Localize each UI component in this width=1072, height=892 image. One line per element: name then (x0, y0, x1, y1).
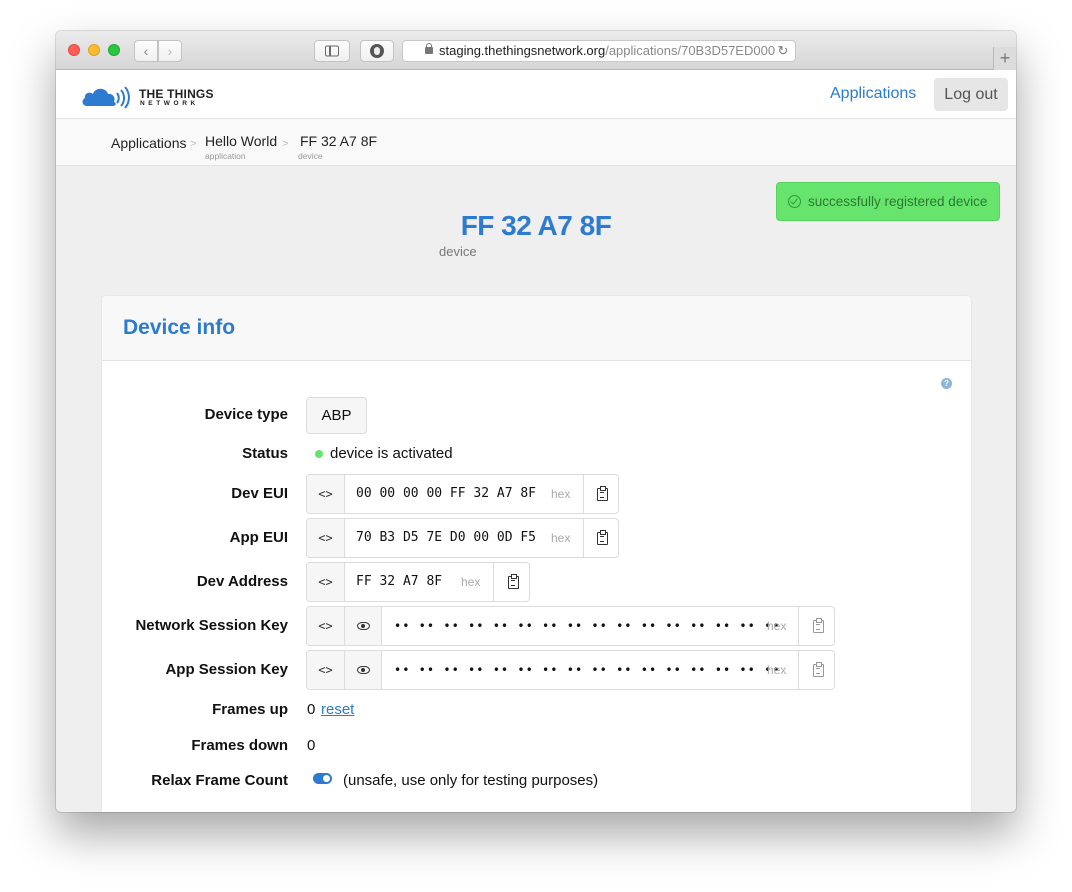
frames-up-label: Frames up (212, 701, 288, 718)
browser-window: ‹ › staging.thethingsnetwork.org/applica… (56, 31, 1016, 812)
breadcrumb-application-type: application (205, 151, 246, 161)
show-key-button[interactable] (345, 607, 382, 645)
frames-up-value: 0 (307, 701, 316, 718)
breadcrumb: Applications > Hello World application >… (56, 119, 1016, 166)
site-header: THE THINGS NETWORK Applications Log out (56, 70, 1016, 119)
dev-eui-label: Dev EUI (231, 485, 288, 502)
relax-frame-count-label: Relax Frame Count (151, 772, 288, 789)
breadcrumb-device: FF 32 A7 8F (300, 133, 378, 149)
breadcrumb-device-type: device (298, 151, 323, 161)
nwk-skey-label: Network Session Key (135, 617, 288, 634)
plus-icon: + (999, 48, 1011, 68)
format-toggle-button[interactable]: <> (307, 607, 345, 645)
dev-eui-field: <> 00 00 00 00 FF 32 A7 8F hex (306, 474, 619, 514)
device-type-label: Device type (204, 406, 288, 423)
chevron-left-icon: ‹ (143, 43, 149, 59)
device-type-badge: ABP (306, 397, 367, 434)
breadcrumb-application[interactable]: Hello World (205, 133, 277, 149)
zoom-window-button[interactable] (108, 44, 120, 56)
card-header: Device info (102, 296, 971, 361)
status-label: Status (242, 445, 288, 462)
clipboard-icon (812, 618, 824, 633)
reset-frames-link[interactable]: reset (321, 701, 354, 718)
format-toggle-button[interactable]: <> (307, 519, 345, 557)
app-eui-label: App EUI (229, 529, 288, 546)
eye-icon (357, 666, 370, 674)
sidebar-icon (325, 45, 339, 57)
copy-button[interactable] (583, 475, 618, 513)
clipboard-icon (597, 486, 608, 501)
relax-frame-count-toggle[interactable] (313, 773, 332, 784)
hex-unit: hex (551, 487, 571, 501)
status-value: device is activated (330, 445, 453, 462)
copy-button[interactable] (583, 519, 618, 557)
logo-text: THE THINGS (139, 87, 214, 101)
breadcrumb-separator: > (282, 138, 289, 150)
hex-unit: hex (551, 531, 571, 545)
dev-address-label: Dev Address (196, 573, 288, 590)
copy-button[interactable] (798, 651, 834, 689)
chevron-right-icon: › (167, 43, 173, 59)
close-window-button[interactable] (68, 44, 80, 56)
format-toggle-button[interactable]: <> (307, 475, 345, 513)
address-bar[interactable]: staging.thethingsnetwork.org/application… (402, 40, 796, 62)
app-eui-field: <> 70 B3 D5 7E D0 00 0D F5 hex (306, 518, 619, 558)
format-toggle-button[interactable]: <> (307, 651, 345, 689)
nwk-skey-field: <> •• •• •• •• •• •• •• •• •• •• •• •• •… (306, 606, 835, 646)
clipboard-icon (597, 530, 608, 545)
nwk-skey-value[interactable]: •• •• •• •• •• •• •• •• •• •• •• •• •• •… (394, 607, 781, 645)
app-skey-field: <> •• •• •• •• •• •• •• •• •• •• •• •• •… (306, 650, 835, 690)
hex-unit: hex (461, 575, 481, 589)
extension-button[interactable] (360, 40, 394, 62)
app-eui-value[interactable]: 70 B3 D5 7E D0 00 0D F5 (356, 519, 536, 557)
device-info-card: Device info ? Device type ABP Status dev… (102, 296, 971, 812)
breadcrumb-separator: > (190, 138, 197, 150)
hex-unit: hex (767, 619, 787, 633)
copy-button[interactable] (798, 607, 834, 645)
frames-down-label: Frames down (191, 737, 288, 754)
dev-eui-value[interactable]: 00 00 00 00 FF 32 A7 8F (356, 475, 536, 513)
device-title: FF 32 A7 8F (460, 210, 612, 241)
ttn-logo[interactable]: THE THINGS NETWORK (81, 81, 221, 109)
dev-address-field: <> FF 32 A7 8F hex (306, 562, 530, 602)
card-title: Device info (123, 316, 236, 339)
title-bar: ‹ › staging.thethingsnetwork.org/applica… (56, 31, 1016, 70)
status-dot-icon (315, 450, 323, 458)
device-subtitle: device (439, 244, 477, 259)
copy-button[interactable] (493, 563, 529, 601)
breadcrumb-applications[interactable]: Applications (111, 135, 187, 151)
sidebar-toggle-button[interactable] (314, 40, 350, 62)
forward-button[interactable]: › (158, 40, 182, 62)
app-skey-value[interactable]: •• •• •• •• •• •• •• •• •• •• •• •• •• •… (394, 651, 781, 689)
url-text: staging.thethingsnetwork.org/application… (439, 43, 776, 58)
relax-frame-count-note: (unsafe, use only for testing purposes) (343, 772, 599, 789)
dev-address-value[interactable]: FF 32 A7 8F (356, 563, 442, 601)
help-icon[interactable]: ? (941, 378, 952, 389)
clipboard-icon (812, 662, 824, 677)
clipboard-icon (507, 574, 519, 589)
minimize-window-button[interactable] (88, 44, 100, 56)
logo-subtext: NETWORK (140, 100, 199, 107)
reload-icon[interactable]: ↻ (775, 41, 791, 61)
shield-icon (370, 44, 384, 58)
nav-applications-link[interactable]: Applications (830, 85, 916, 103)
hex-unit: hex (767, 663, 787, 677)
eye-icon (357, 622, 370, 630)
show-key-button[interactable] (345, 651, 382, 689)
logout-button[interactable]: Log out (934, 78, 1008, 111)
app-skey-label: App Session Key (165, 661, 288, 678)
frames-down-value: 0 (307, 737, 316, 754)
back-button[interactable]: ‹ (134, 40, 158, 62)
format-toggle-button[interactable]: <> (307, 563, 345, 601)
lock-icon (425, 43, 433, 54)
check-circle-icon (788, 195, 801, 208)
page: THE THINGS NETWORK Applications Log out … (56, 70, 1016, 812)
cloud-logo-icon (82, 86, 130, 109)
new-tab-button[interactable]: + (993, 47, 1016, 70)
